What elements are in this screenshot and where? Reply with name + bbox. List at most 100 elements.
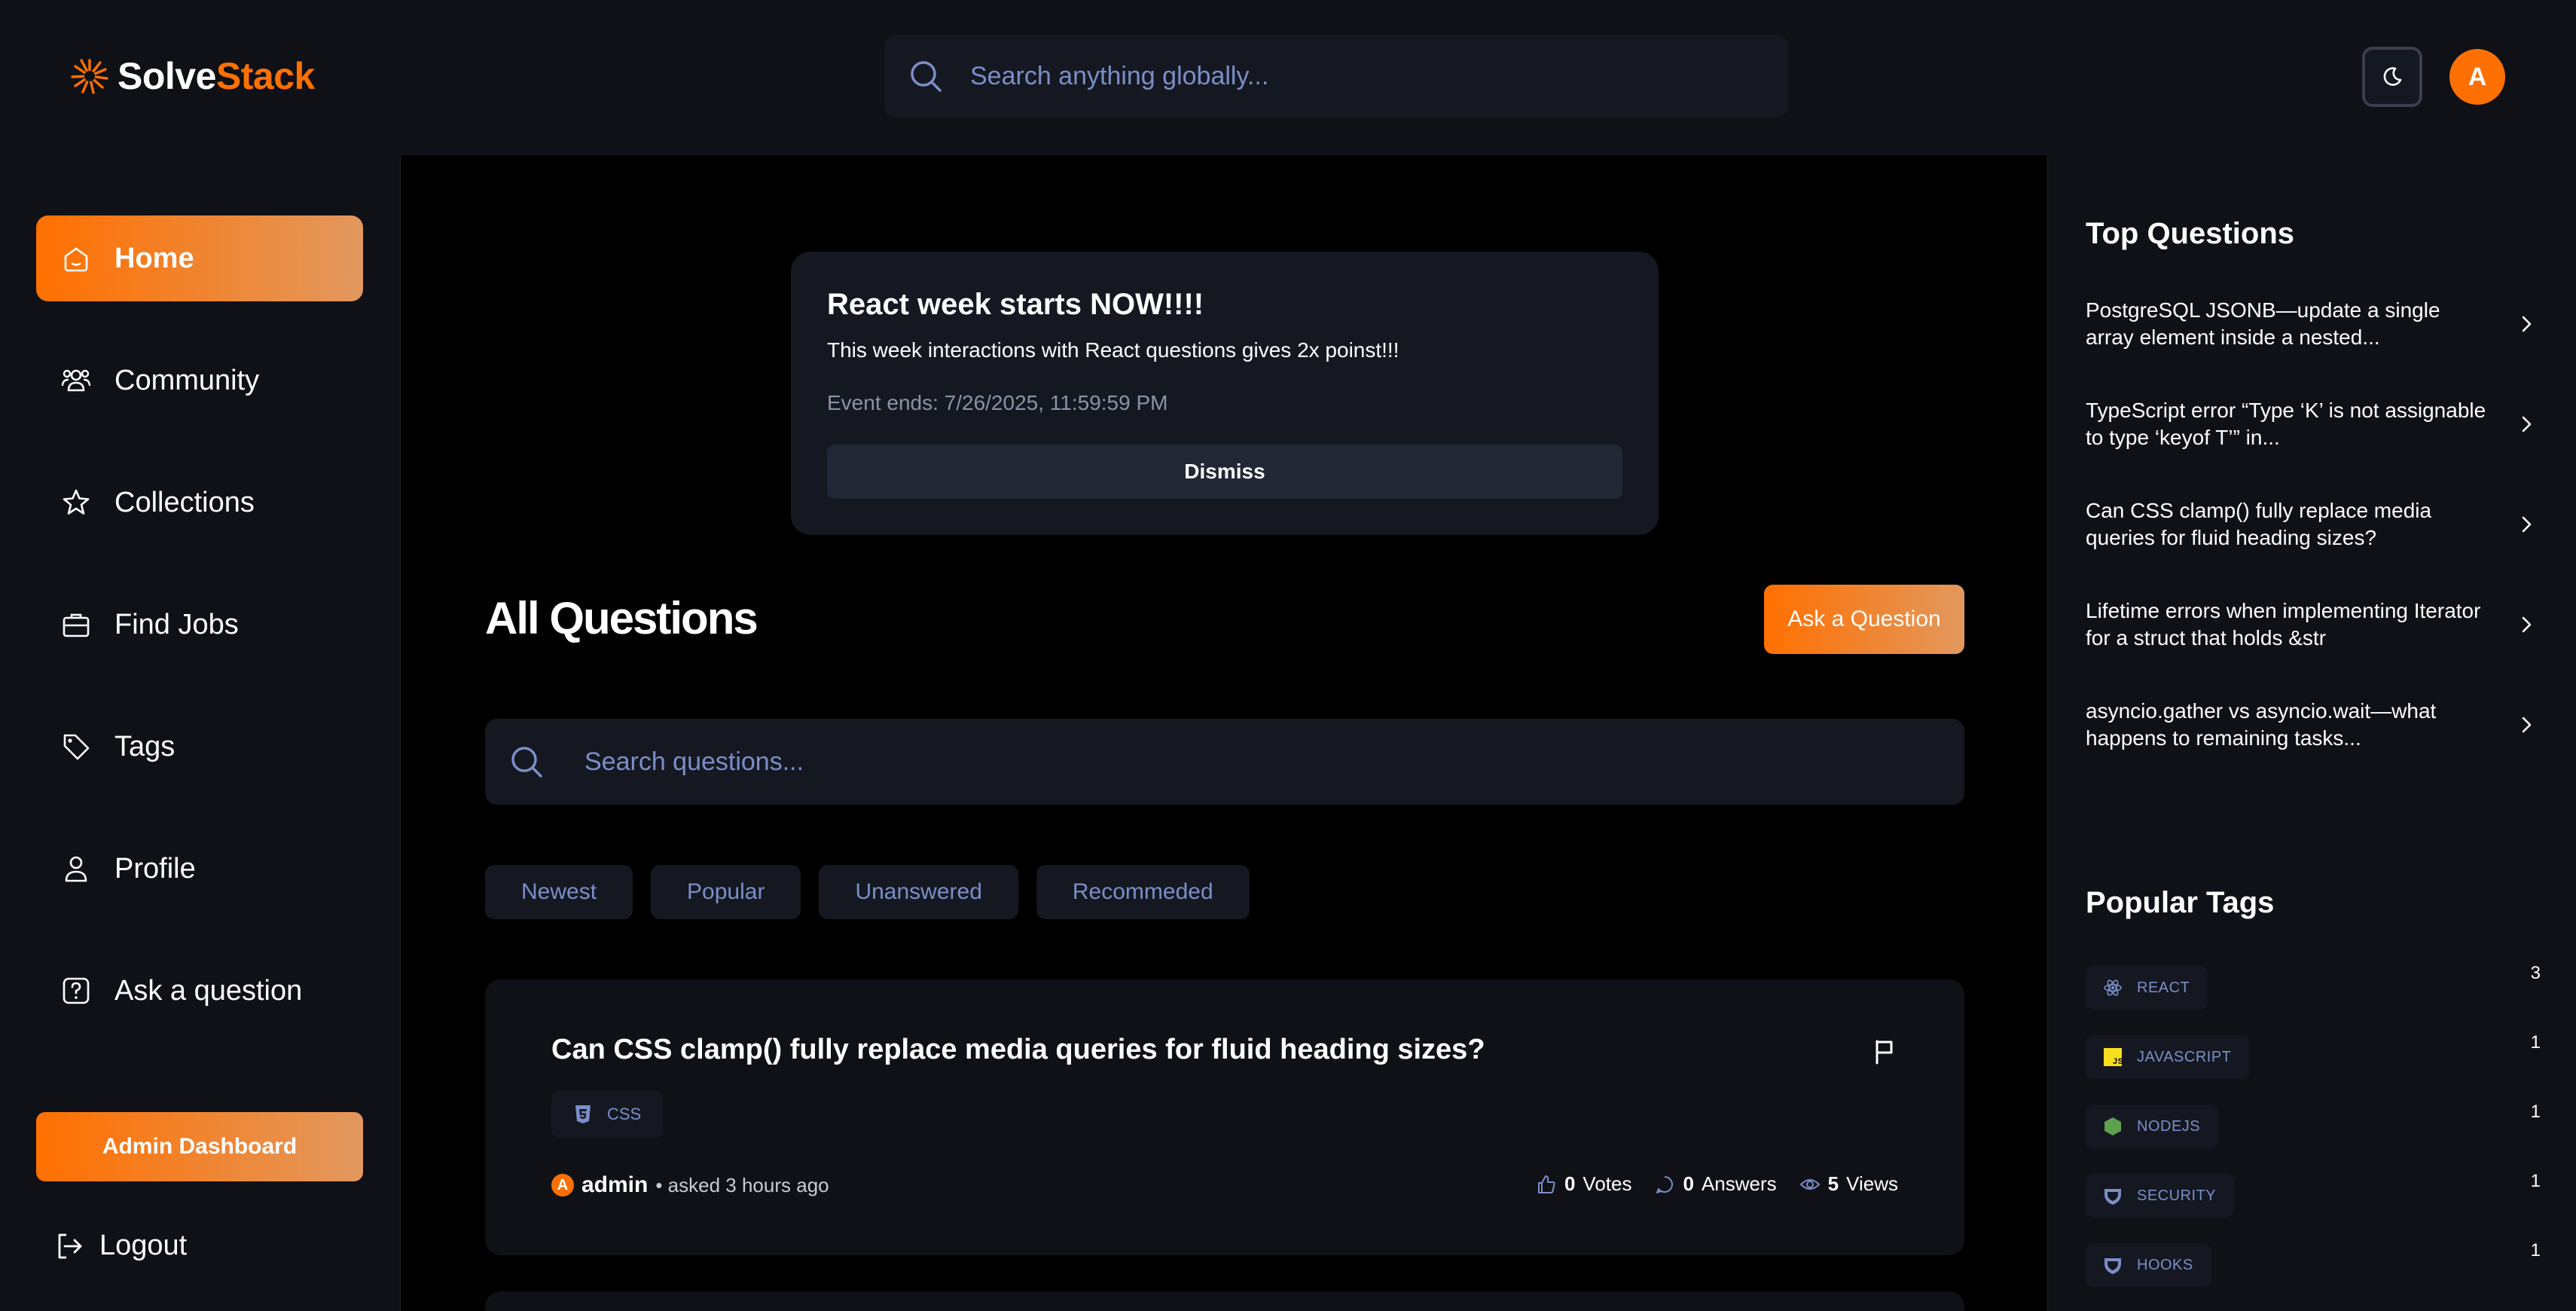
search-icon [911,61,942,92]
flag-icon[interactable] [1871,1038,1898,1065]
chevron-right-icon [2522,316,2532,332]
message-icon [1656,1175,1674,1193]
global-search-input[interactable] [970,61,1723,91]
sidebar-item-ask-question[interactable]: Ask a question [36,948,363,1034]
top-question-item[interactable]: Lifetime errors when implementing Iterat… [2086,597,2538,652]
sidebar-item-label: Find Jobs [114,608,239,640]
banner-description: This week interactions with React questi… [827,338,1399,362]
sidebar-item-find-jobs[interactable]: Find Jobs [36,582,363,668]
tag-pill[interactable]: SECURITY [2086,1174,2235,1218]
top-question-item[interactable]: PostgreSQL JSONB—update a single array e… [2086,297,2538,351]
nodejs-icon [2104,1117,2121,1135]
user-icon [65,856,87,882]
tag-pill[interactable]: NODEJS [2086,1105,2219,1148]
banner-title: React week starts NOW!!!! [827,288,1204,321]
question-meta: A admin • asked 3 hours ago [551,1172,829,1198]
security-icon [2104,1189,2121,1205]
javascript-icon: JS [2104,1048,2123,1066]
votes-stat: 0 Votes [1536,1172,1632,1196]
popular-tags-title: Popular Tags [2086,886,2275,919]
votes-count: 0 [1564,1172,1576,1195]
sidebar-item-label: Home [114,242,194,274]
tag-name: NODEJS [2137,1117,2201,1135]
votes-label: Votes [1583,1172,1632,1195]
filter-newest[interactable]: Newest [485,865,633,919]
question-tag[interactable]: CSS [551,1091,664,1138]
tag-count: 1 [2530,1032,2541,1053]
sidebar-item-community[interactable]: Community [36,338,363,423]
sidebar-item-collections[interactable]: Collections [36,460,363,545]
moon-icon [2383,67,2402,86]
views-count: 5 [1827,1172,1839,1195]
author-name[interactable]: admin [581,1172,648,1198]
filter-popular[interactable]: Popular [651,865,801,919]
sidebar-item-profile[interactable]: Profile [36,826,363,912]
sidebar-item-label: Community [114,364,260,396]
author-avatar[interactable]: A [551,1174,574,1196]
sidebar-item-label: Tags [114,730,175,762]
logout-label: Logout [99,1230,188,1261]
admin-dashboard-button[interactable]: Admin Dashboard [36,1112,363,1181]
tag-count: 1 [2530,1102,2541,1122]
left-sidebar: Home Community Collections Find Jobs Tag… [0,155,401,1311]
question-stats: 0 Votes 0 Answers 5 Views [1536,1172,1898,1196]
react-icon [2104,979,2122,996]
sidebar-item-home[interactable]: Home [36,215,363,301]
global-search-bar[interactable] [884,35,1788,118]
star-icon [63,489,90,515]
thumbs-up-icon [1537,1175,1555,1193]
top-question-text: Can CSS clamp() fully replace media quer… [2086,499,2432,549]
banner-end-date: Event ends: 7/26/2025, 11:59:59 PM [827,391,1168,414]
chevron-right-icon [2522,516,2532,533]
chevron-right-icon [2522,616,2532,633]
tag-count: 1 [2530,1171,2541,1191]
top-question-item[interactable]: TypeScript error “Type ‘K’ is not assign… [2086,397,2538,451]
question-card[interactable]: Can CSS clamp() fully replace media quer… [485,979,1964,1255]
scrollbar[interactable] [2568,155,2576,1311]
filter-tabs: Newest Popular Unanswered Recommeded [485,865,1250,919]
ask-question-button[interactable]: Ask a Question [1764,585,1964,654]
svg-text:JS: JS [2113,1057,2123,1066]
briefcase-icon [63,613,90,637]
top-question-text: asyncio.gather vs asyncio.wait—what happ… [2086,699,2437,750]
question-search-bar[interactable] [485,719,1964,805]
tag-name: HOOKS [2137,1256,2193,1273]
tag-icon [63,734,90,760]
chevron-right-icon [2522,416,2532,432]
app-name: SolveStack [118,55,315,97]
tag-name: REACT [2137,979,2190,996]
filter-recommended[interactable]: Recommeded [1036,865,1250,919]
tag-label: CSS [607,1105,642,1123]
question-card[interactable] [485,1291,1964,1311]
top-navbar: SolveStack A [0,0,2576,155]
dismiss-button[interactable]: Dismiss [827,445,1622,499]
sidebar-item-label: Profile [114,852,196,885]
logout-button[interactable]: Logout [54,1230,187,1262]
tag-pill[interactable]: HOOKS [2086,1243,2211,1287]
views-stat: 5 Views [1799,1172,1898,1196]
question-search-input[interactable] [584,747,1865,777]
top-question-text: Lifetime errors when implementing Iterat… [2086,599,2481,649]
top-question-item[interactable]: asyncio.gather vs asyncio.wait—what happ… [2086,698,2538,752]
tag-count: 3 [2530,963,2541,983]
tag-count: 1 [2530,1240,2541,1261]
answers-count: 0 [1683,1172,1694,1195]
event-banner: React week starts NOW!!!! This week inte… [791,252,1659,535]
home-icon [64,247,88,272]
question-title[interactable]: Can CSS clamp() fully replace media quer… [551,1034,1485,1066]
tag-pill[interactable]: REACT [2086,966,2208,1010]
page-title: All Questions [485,593,758,643]
app-logo[interactable]: SolveStack [69,54,315,98]
top-question-item[interactable]: Can CSS clamp() fully replace media quer… [2086,497,2538,552]
sidebar-item-tags[interactable]: Tags [36,704,363,790]
user-avatar[interactable]: A [2449,49,2505,105]
theme-toggle-button[interactable] [2362,47,2422,107]
top-questions-title: Top Questions [2086,217,2295,250]
top-question-text: TypeScript error “Type ‘K’ is not assign… [2086,399,2486,449]
sun-logo-icon [71,59,108,94]
users-icon [61,369,91,392]
question-icon [63,977,90,1004]
tag-pill[interactable]: JS JAVASCRIPT [2086,1035,2250,1079]
filter-unanswered[interactable]: Unanswered [819,865,1018,919]
tag-name: JAVASCRIPT [2137,1048,2232,1065]
